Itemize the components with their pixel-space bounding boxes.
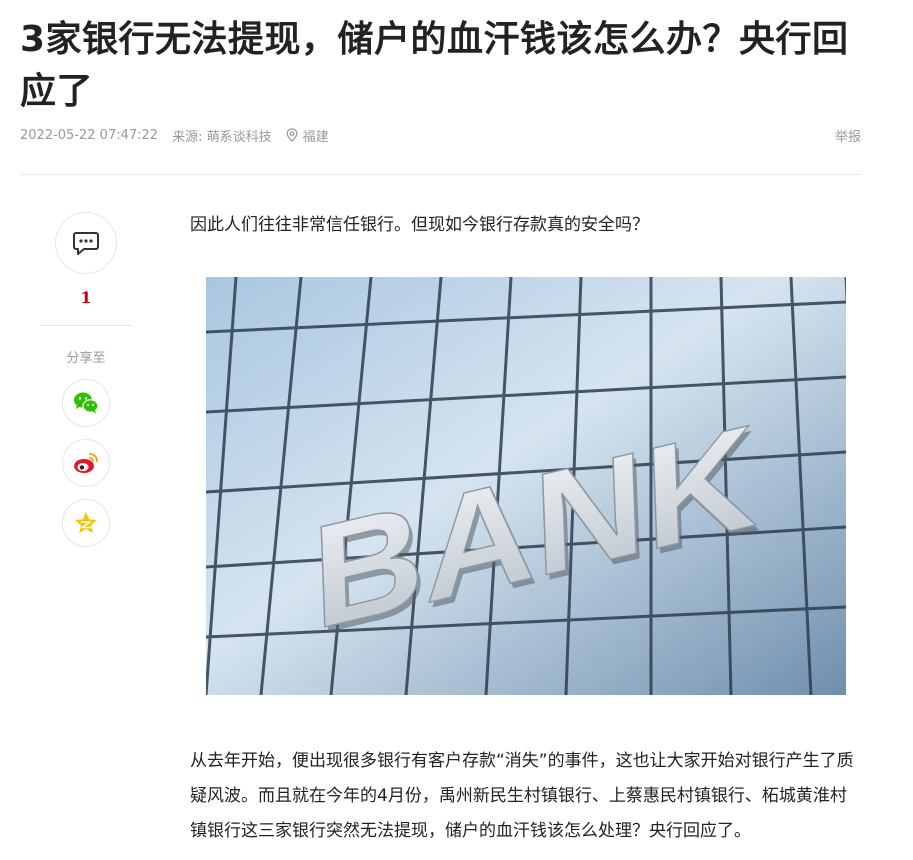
article-source[interactable]: 来源: 萌系谈科技 (172, 126, 272, 145)
qzone-icon (75, 512, 97, 533)
share-wechat-button[interactable] (62, 379, 110, 427)
comment-count[interactable]: 1 (40, 288, 132, 307)
article-location: 福建 (286, 126, 329, 145)
wechat-icon (74, 392, 99, 414)
weibo-icon (74, 453, 98, 473)
article-image: BANK BANK (206, 277, 846, 695)
share-weibo-button[interactable] (62, 439, 110, 487)
share-qzone-button[interactable] (62, 499, 110, 547)
publish-time: 2022-05-22 07:47:22 (20, 127, 159, 143)
report-link[interactable]: 举报 (835, 126, 861, 145)
sidebar: 1 分享至 (40, 212, 132, 547)
location-pin-icon (286, 128, 297, 142)
article-paragraph: 从去年开始，便出现很多银行有客户存款“消失”的事件，这也让大家开始对银行产生了质… (190, 751, 854, 841)
header-divider (20, 174, 861, 175)
comment-icon (73, 232, 99, 255)
sidebar-divider (40, 325, 132, 326)
article-meta: 2022-05-22 07:47:22 来源: 萌系谈科技 福建 举报 (20, 124, 861, 146)
comment-button[interactable] (55, 212, 117, 274)
article-title: 3家银行无法提现，储户的血汗钱该怎么办？央行回应了 (20, 19, 849, 112)
location-text: 福建 (302, 129, 329, 145)
share-label: 分享至 (66, 351, 106, 366)
article-paragraph: 因此人们往往非常信任银行。但现如今银行存款真的安全吗？ (190, 215, 649, 235)
